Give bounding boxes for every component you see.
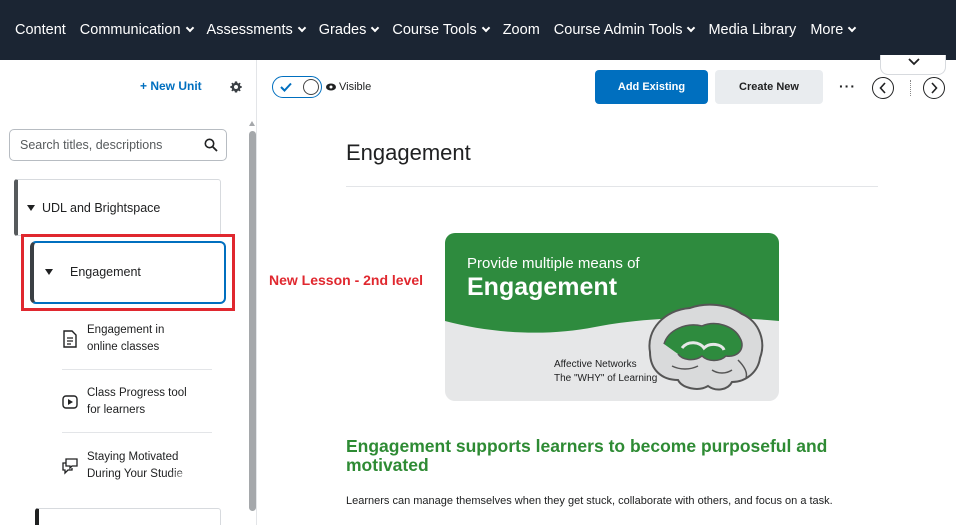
nav-course-tools-label: Course Tools bbox=[392, 22, 477, 38]
chevron-down-icon bbox=[297, 23, 307, 33]
title-divider bbox=[346, 186, 878, 187]
body-paragraph: Learners can manage themselves when they… bbox=[346, 495, 833, 507]
divider bbox=[910, 80, 911, 96]
collapse-navbar-tab[interactable] bbox=[880, 55, 946, 75]
text-fade bbox=[168, 472, 194, 490]
document-icon bbox=[63, 330, 77, 348]
banner-caption-line: Affective Networks bbox=[554, 359, 637, 370]
more-actions-button[interactable]: ··· bbox=[839, 78, 856, 94]
check-icon bbox=[280, 82, 292, 92]
chevron-down-icon bbox=[185, 23, 194, 33]
toc-unit-udl-and-brightspace[interactable]: UDL and Brightspace bbox=[14, 179, 221, 236]
chevron-down-icon bbox=[481, 23, 490, 33]
toc-topic-engagement-in-online-classes[interactable]: Engagement in online classes bbox=[62, 322, 212, 358]
nav-more[interactable]: More bbox=[803, 22, 862, 38]
add-existing-button[interactable]: Add Existing bbox=[595, 70, 708, 104]
nav-course-admin-tools-label: Course Admin Tools bbox=[553, 22, 683, 38]
topic-label-line: Engagement in bbox=[87, 324, 165, 336]
annotation-label: New Lesson - 2nd level bbox=[269, 272, 424, 288]
toggle-knob bbox=[303, 79, 319, 95]
search-icon[interactable] bbox=[204, 138, 218, 152]
scrollbar-thumb[interactable] bbox=[249, 131, 256, 511]
topic-label-line: Class Progress tool bbox=[87, 387, 187, 399]
previous-topic-button[interactable] bbox=[872, 77, 894, 99]
banner-subtitle: Provide multiple means of bbox=[467, 255, 640, 272]
sidebar-toolbar: + New Unit bbox=[0, 60, 257, 115]
search-input[interactable] bbox=[20, 130, 200, 160]
scroll-up-arrow[interactable] bbox=[249, 121, 255, 126]
topic-label-line: for learners bbox=[87, 404, 146, 416]
search-box bbox=[9, 129, 227, 161]
nav-communication-label: Communication bbox=[79, 22, 181, 38]
course-navbar: Content Communication Assessments Grades… bbox=[0, 0, 956, 60]
nav-media-library-label: Media Library bbox=[708, 22, 797, 38]
section-heading: Engagement supports learners to become p… bbox=[346, 436, 828, 475]
toc-lesson-engagement[interactable]: Engagement bbox=[30, 241, 226, 304]
nav-grades[interactable]: Grades bbox=[312, 22, 386, 38]
nav-communication[interactable]: Communication bbox=[73, 22, 200, 38]
chevron-down-icon bbox=[908, 58, 920, 66]
next-topic-button[interactable] bbox=[923, 77, 945, 99]
nav-zoom-label: Zoom bbox=[502, 22, 540, 38]
nav-content[interactable]: Content bbox=[8, 22, 73, 38]
toc-unit-next[interactable] bbox=[35, 508, 221, 525]
new-unit-button[interactable]: + New Unit bbox=[140, 79, 202, 93]
brain-icon bbox=[648, 303, 764, 391]
gear-icon[interactable] bbox=[229, 80, 243, 94]
nav-zoom[interactable]: Zoom bbox=[496, 22, 547, 38]
discussion-icon bbox=[62, 458, 78, 475]
sidebar-scrollbar[interactable] bbox=[249, 121, 256, 511]
banner-caption-line: The "WHY" of Learning bbox=[554, 373, 658, 384]
visibility-toggle[interactable] bbox=[272, 76, 322, 98]
chevron-down-icon bbox=[848, 23, 857, 33]
topic-label: Class Progress tool for learners bbox=[87, 385, 207, 419]
nav-assessments-label: Assessments bbox=[206, 22, 293, 38]
table-of-contents-sidebar: UDL and Brightspace Engagement Engagemen… bbox=[0, 115, 257, 525]
video-icon bbox=[62, 395, 78, 409]
visibility-label: Visible bbox=[339, 81, 372, 93]
divider bbox=[62, 432, 212, 433]
chevron-left-icon bbox=[879, 82, 886, 94]
divider bbox=[62, 369, 212, 370]
topic-label-line: online classes bbox=[87, 341, 160, 353]
create-new-button[interactable]: Create New bbox=[715, 70, 823, 104]
nav-content-label: Content bbox=[15, 22, 66, 38]
topic-label: Engagement in online classes bbox=[87, 322, 207, 356]
banner-title: Engagement bbox=[467, 273, 618, 301]
lesson-title: Engagement bbox=[70, 265, 141, 279]
udl-engagement-banner-image: Provide multiple means of Engagement Aff… bbox=[445, 233, 779, 401]
content-toolbar: + New Unit Visible Add Existing Create N… bbox=[0, 60, 956, 115]
unit-title: UDL and Brightspace bbox=[42, 201, 161, 215]
nav-media-library[interactable]: Media Library bbox=[701, 22, 803, 38]
chevron-down-icon bbox=[371, 23, 380, 33]
expand-triangle-icon[interactable] bbox=[27, 205, 35, 211]
nav-more-label: More bbox=[810, 22, 844, 38]
eye-icon bbox=[326, 83, 336, 91]
chevron-right-icon bbox=[931, 82, 938, 94]
nav-grades-label: Grades bbox=[318, 22, 367, 38]
nav-assessments[interactable]: Assessments bbox=[200, 22, 312, 38]
page-title: Engagement bbox=[346, 140, 471, 165]
toc-topic-class-progress-tool[interactable]: Class Progress tool for learners bbox=[62, 385, 212, 421]
nav-course-admin-tools[interactable]: Course Admin Tools bbox=[547, 22, 702, 38]
nav-course-tools[interactable]: Course Tools bbox=[385, 22, 495, 38]
chevron-down-icon bbox=[687, 23, 696, 33]
topic-label-line: Staying Motivated bbox=[87, 451, 179, 463]
expand-triangle-icon[interactable] bbox=[45, 269, 53, 275]
